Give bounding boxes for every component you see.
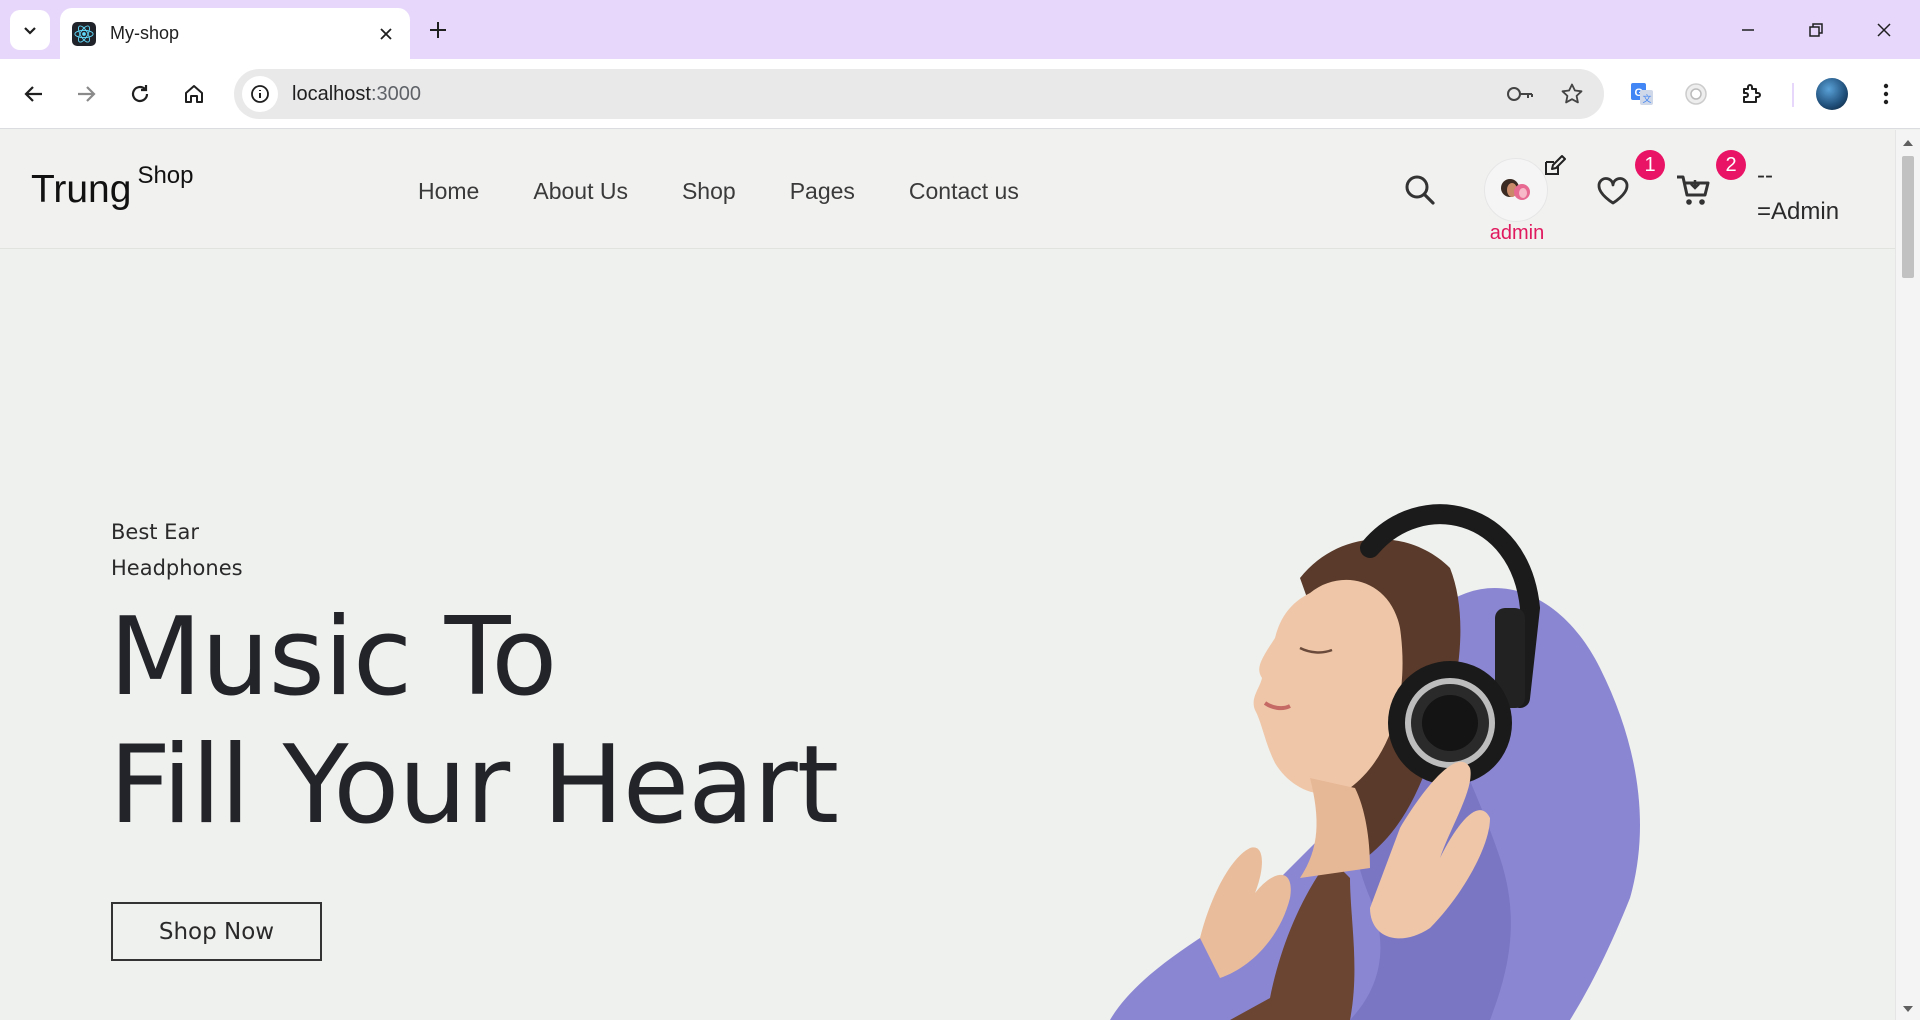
search-icon [1405,175,1435,205]
heart-icon [1597,177,1629,205]
translate-icon: G文 [1631,83,1653,105]
logo-sup: Shop [137,162,194,189]
hero-title-line-1: Music To [109,595,557,720]
back-icon [24,86,42,102]
wishlist-button[interactable] [1594,172,1632,210]
user-role-label[interactable]: -- =Admin [1757,158,1867,230]
forward-icon [78,86,96,102]
profile-avatar[interactable] [1816,78,1848,110]
tab-title: My-shop [110,23,180,43]
nav-about-us[interactable]: About Us [533,178,628,205]
browser-menu-button[interactable] [1866,74,1906,114]
home-icon [185,85,203,103]
reload-button[interactable] [120,74,160,114]
plus-icon [430,22,446,38]
scroll-down-arrow[interactable] [1903,1006,1913,1012]
svg-text:文: 文 [1643,93,1652,104]
nav-contact-us[interactable]: Contact us [909,178,1019,205]
page-scrollbar[interactable] [1895,130,1920,1020]
home-button[interactable] [174,74,214,114]
avatar-image [1501,179,1530,200]
page-viewport: Trung Shop Home About Us Shop Pages Conta… [0,130,1895,1020]
shop-now-button[interactable]: Shop Now [111,902,322,961]
browser-tabstrip: My-shop [0,0,1920,59]
hero-title: Music To Fill Your Heart [109,594,839,850]
reload-icon [131,85,149,103]
url-host: localhost [292,82,371,105]
search-button[interactable] [1400,170,1440,210]
address-bar[interactable]: localhost:3000 [234,69,1604,119]
star-icon[interactable] [1552,74,1592,114]
logo-text: Trung [31,168,132,211]
restore-button[interactable] [1794,10,1838,50]
browser-tab[interactable]: My-shop [60,8,410,59]
new-tab-button[interactable] [422,14,454,46]
minimize-button[interactable] [1726,10,1770,50]
scroll-thumb[interactable] [1902,156,1914,278]
hero-image-woman-headphones [1110,504,1640,1020]
hero-kicker: Best Ear Headphones [111,520,243,580]
browser-toolbar: localhost:3000 G文 [0,59,1920,129]
site-header: Trung Shop Home About Us Shop Pages Conta… [0,130,1895,249]
key-icon[interactable] [1500,74,1540,114]
extension-button[interactable] [1676,74,1716,114]
cart-count-badge: 2 [1716,150,1746,180]
nav-pages[interactable]: Pages [790,178,855,205]
window-close-icon [1877,23,1891,37]
username-label: admin [1489,222,1545,244]
extensions-menu-button[interactable] [1732,74,1772,114]
menu-icon [1883,83,1889,105]
back-button[interactable] [14,74,54,114]
cart-button[interactable] [1672,170,1714,212]
nav-shop[interactable]: Shop [682,178,736,205]
wishlist-count-badge: 1 [1635,150,1665,180]
site-logo[interactable]: Trung Shop [31,162,194,212]
tab-search-button[interactable] [10,10,50,50]
translate-button[interactable]: G文 [1622,74,1662,114]
window-close-button[interactable] [1862,10,1906,50]
user-avatar[interactable] [1484,158,1548,222]
scroll-up-arrow[interactable] [1903,140,1913,146]
edit-profile-icon[interactable] [1540,152,1568,180]
url-text[interactable]: localhost:3000 [292,83,1500,106]
toolbar-separator [1792,83,1794,107]
chevron-down-icon [24,27,36,35]
extension-icon [1685,83,1707,105]
cart-icon [1677,175,1710,205]
forward-button[interactable] [66,74,106,114]
hero-title-line-2: Fill Your Heart [109,723,839,848]
main-nav: Home About Us Shop Pages Contact us [418,178,1019,205]
restore-icon [1809,23,1823,37]
minimize-icon [1742,29,1754,31]
close-icon[interactable] [374,22,398,46]
nav-home[interactable]: Home [418,178,479,205]
puzzle-icon [1743,84,1761,103]
url-port: :3000 [370,82,421,105]
site-info-icon[interactable] [242,76,278,112]
react-favicon [72,21,96,46]
